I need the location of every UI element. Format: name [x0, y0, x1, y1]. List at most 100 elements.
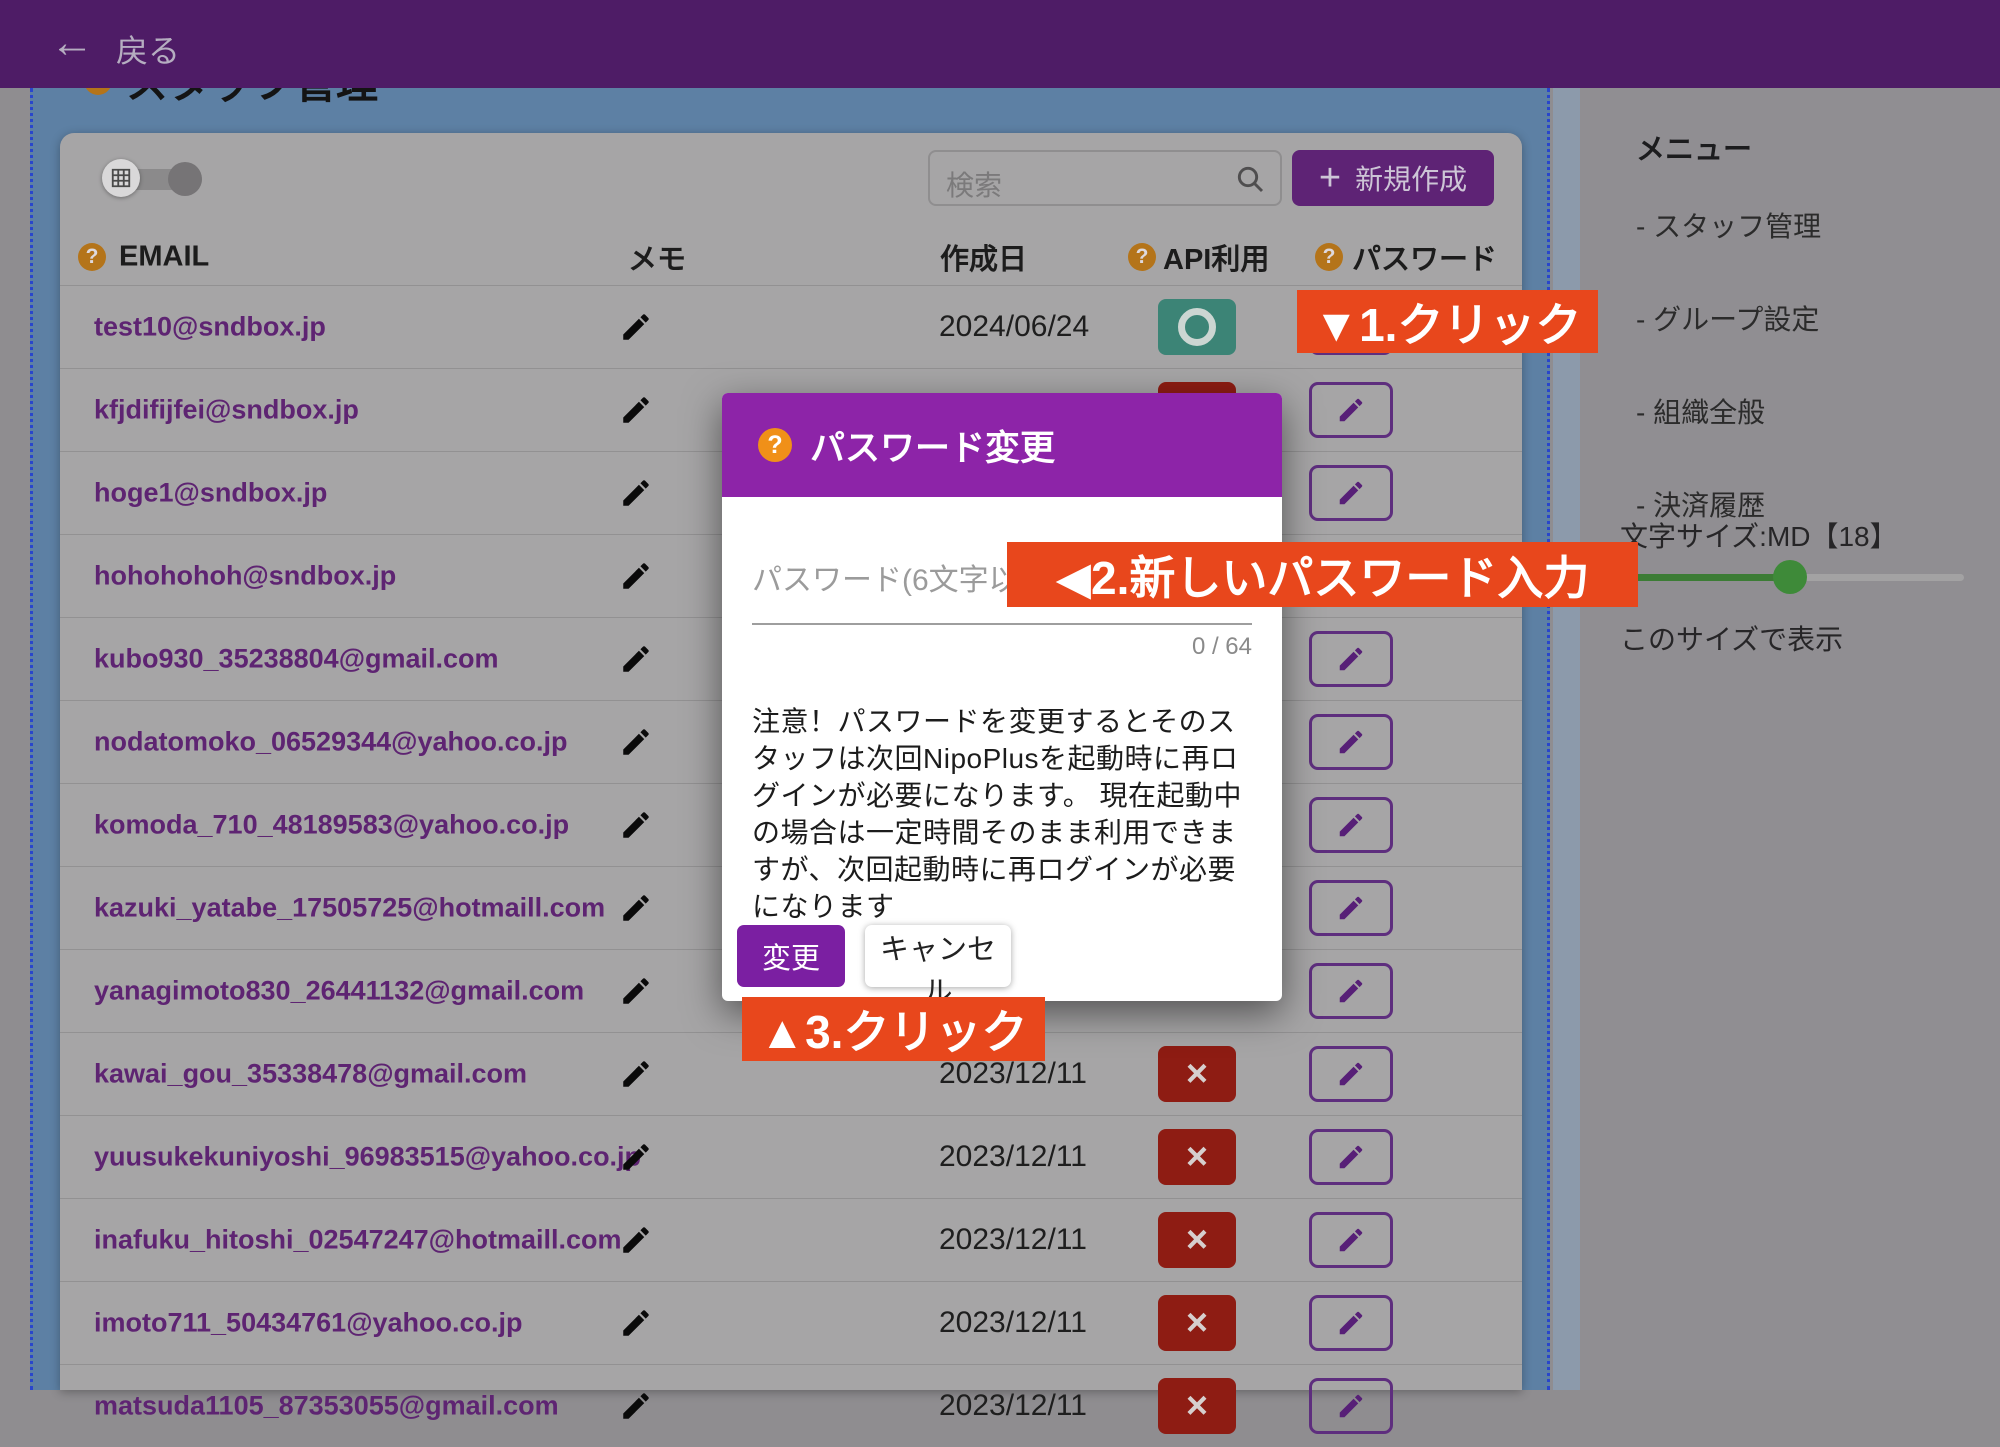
staff-email-link[interactable]: matsuda1105_87353055@gmail.com	[94, 1391, 559, 1422]
table-header-row: ? EMAIL メモ 作成日 ? API利用 ? パスワード	[60, 229, 1522, 285]
api-status-button[interactable]: ×	[1158, 1212, 1236, 1268]
memo-edit-button[interactable]	[612, 1050, 660, 1098]
search-icon	[1234, 163, 1266, 195]
help-icon[interactable]: ?	[758, 428, 792, 462]
memo-edit-button[interactable]	[612, 1216, 660, 1264]
staff-email-link[interactable]: hohohohoh@sndbox.jp	[94, 561, 396, 592]
help-icon[interactable]: ?	[1128, 243, 1156, 271]
staff-email-link[interactable]: imoto711_50434761@yahoo.co.jp	[94, 1308, 523, 1339]
api-status-button[interactable]: ×	[1158, 1378, 1236, 1434]
memo-edit-button[interactable]	[612, 1133, 660, 1181]
x-icon: ×	[1186, 1387, 1208, 1425]
memo-edit-button[interactable]	[612, 884, 660, 932]
password-edit-button[interactable]	[1309, 963, 1393, 1019]
password-edit-button[interactable]	[1309, 1378, 1393, 1434]
font-size-label: 文字サイズ:MD【18】	[1620, 515, 1898, 555]
dialog-header: ? パスワード変更	[722, 393, 1282, 497]
x-icon: ×	[1186, 1221, 1208, 1259]
warning-text: 注意！パスワードを変更するとそのスタッフは次回NipoPlusを起動時に再ログイ…	[752, 703, 1252, 925]
memo-edit-button[interactable]	[612, 635, 660, 683]
sidebar-menu-title: メニュー	[1636, 126, 1752, 168]
sidebar-item-2[interactable]: - 組織全般	[1636, 391, 1821, 431]
table-row: inafuku_hitoshi_02547247@hotmaill.com 20…	[60, 1198, 1522, 1281]
column-header-password: パスワード	[1352, 236, 1497, 278]
create-new-label: 新規作成	[1355, 158, 1467, 198]
staff-email-link[interactable]: kubo930_35238804@gmail.com	[94, 644, 499, 675]
grid-view-icon	[102, 159, 140, 197]
password-edit-button[interactable]	[1309, 880, 1393, 936]
help-icon[interactable]: ?	[78, 243, 106, 271]
x-icon: ×	[1186, 1304, 1208, 1342]
created-date: 2023/12/11	[939, 1389, 1087, 1423]
change-button[interactable]: 変更	[737, 925, 845, 987]
memo-edit-button[interactable]	[612, 386, 660, 434]
memo-edit-button[interactable]	[612, 1299, 660, 1347]
memo-edit-button[interactable]	[612, 469, 660, 517]
help-icon[interactable]: ?	[1315, 243, 1343, 271]
sidebar-item-1[interactable]: - グループ設定	[1636, 298, 1821, 338]
table-row: yuusukekuniyoshi_96983515@yahoo.co.jp 20…	[60, 1115, 1522, 1198]
dialog-body: パスワード(6文字以上) 0 / 64 注意！パスワードを変更するとそのスタッフ…	[722, 555, 1282, 925]
table-row: matsuda1105_87353055@gmail.com 2023/12/1…	[60, 1364, 1522, 1447]
staff-email-link[interactable]: hoge1@sndbox.jp	[94, 478, 327, 509]
plus-icon: +	[1319, 159, 1341, 197]
back-arrow-icon[interactable]: ←	[50, 18, 94, 68]
x-icon: ×	[1186, 1138, 1208, 1176]
created-date: 2023/12/11	[939, 1223, 1087, 1257]
password-edit-button[interactable]	[1309, 797, 1393, 853]
memo-edit-button[interactable]	[612, 801, 660, 849]
input-underline	[752, 623, 1252, 625]
password-edit-button[interactable]	[1309, 382, 1393, 438]
staff-email-link[interactable]: yanagimoto830_26441132@gmail.com	[94, 976, 584, 1007]
top-app-bar: ← 戻る	[0, 0, 2000, 88]
api-status-button[interactable]	[1158, 299, 1236, 355]
staff-email-link[interactable]: kfjdifijfei@sndbox.jp	[94, 395, 359, 426]
slider-thumb[interactable]	[1773, 560, 1807, 594]
staff-email-link[interactable]: kazuki_yatabe_17505725@hotmaill.com	[94, 893, 605, 924]
api-status-button[interactable]: ×	[1158, 1129, 1236, 1185]
sidebar-item-0[interactable]: - スタッフ管理	[1636, 205, 1821, 245]
annotation-step3: ▲3.クリック	[742, 997, 1045, 1061]
api-status-button[interactable]: ×	[1158, 1046, 1236, 1102]
password-edit-button[interactable]	[1309, 714, 1393, 770]
memo-edit-button[interactable]	[612, 552, 660, 600]
panel-gutter	[1553, 88, 1580, 1390]
password-edit-button[interactable]	[1309, 1295, 1393, 1351]
staff-email-link[interactable]: yuusukekuniyoshi_96983515@yahoo.co.jp	[94, 1142, 641, 1173]
dialog-actions: 変更 キャンセル	[737, 925, 1011, 987]
staff-email-link[interactable]: test10@sndbox.jp	[94, 312, 326, 343]
size-preview-note: このサイズで表示	[1620, 618, 1843, 658]
create-new-button[interactable]: + 新規作成	[1292, 150, 1494, 206]
font-size-slider[interactable]	[1620, 560, 1964, 594]
annotation-step1: ▼1.クリック	[1297, 290, 1598, 353]
memo-edit-button[interactable]	[612, 967, 660, 1015]
memo-edit-button[interactable]	[612, 1382, 660, 1430]
column-header-created: 作成日	[940, 236, 1027, 278]
toggle-knob	[168, 162, 202, 196]
created-date: 2023/12/11	[939, 1057, 1087, 1091]
password-edit-button[interactable]	[1309, 1129, 1393, 1185]
staff-email-link[interactable]: nodatomoko_06529344@yahoo.co.jp	[94, 727, 567, 758]
staff-email-link[interactable]: kawai_gou_35338478@gmail.com	[94, 1059, 527, 1090]
char-counter: 0 / 64	[752, 633, 1252, 661]
memo-edit-button[interactable]	[612, 303, 660, 351]
annotation-step2: ◀2.新しいパスワード入力	[1007, 542, 1638, 607]
staff-email-link[interactable]: komoda_710_48189583@yahoo.co.jp	[94, 810, 569, 841]
column-header-api: API利用	[1163, 236, 1269, 278]
back-button[interactable]: 戻る	[116, 26, 180, 72]
created-date: 2024/06/24	[939, 310, 1089, 344]
password-edit-button[interactable]	[1309, 631, 1393, 687]
cancel-button[interactable]: キャンセル	[865, 925, 1011, 987]
api-status-button[interactable]: ×	[1158, 1295, 1236, 1351]
password-edit-button[interactable]	[1309, 1046, 1393, 1102]
created-date: 2023/12/11	[939, 1140, 1087, 1174]
table-view-toggle[interactable]	[102, 159, 222, 197]
search-input[interactable]: 検索	[928, 150, 1282, 206]
search-placeholder: 検索	[946, 164, 1002, 204]
staff-email-link[interactable]: inafuku_hitoshi_02547247@hotmaill.com	[94, 1225, 622, 1256]
slider-fill	[1620, 574, 1790, 581]
password-edit-button[interactable]	[1309, 465, 1393, 521]
created-date: 2023/12/11	[939, 1306, 1087, 1340]
password-edit-button[interactable]	[1309, 1212, 1393, 1268]
memo-edit-button[interactable]	[612, 718, 660, 766]
